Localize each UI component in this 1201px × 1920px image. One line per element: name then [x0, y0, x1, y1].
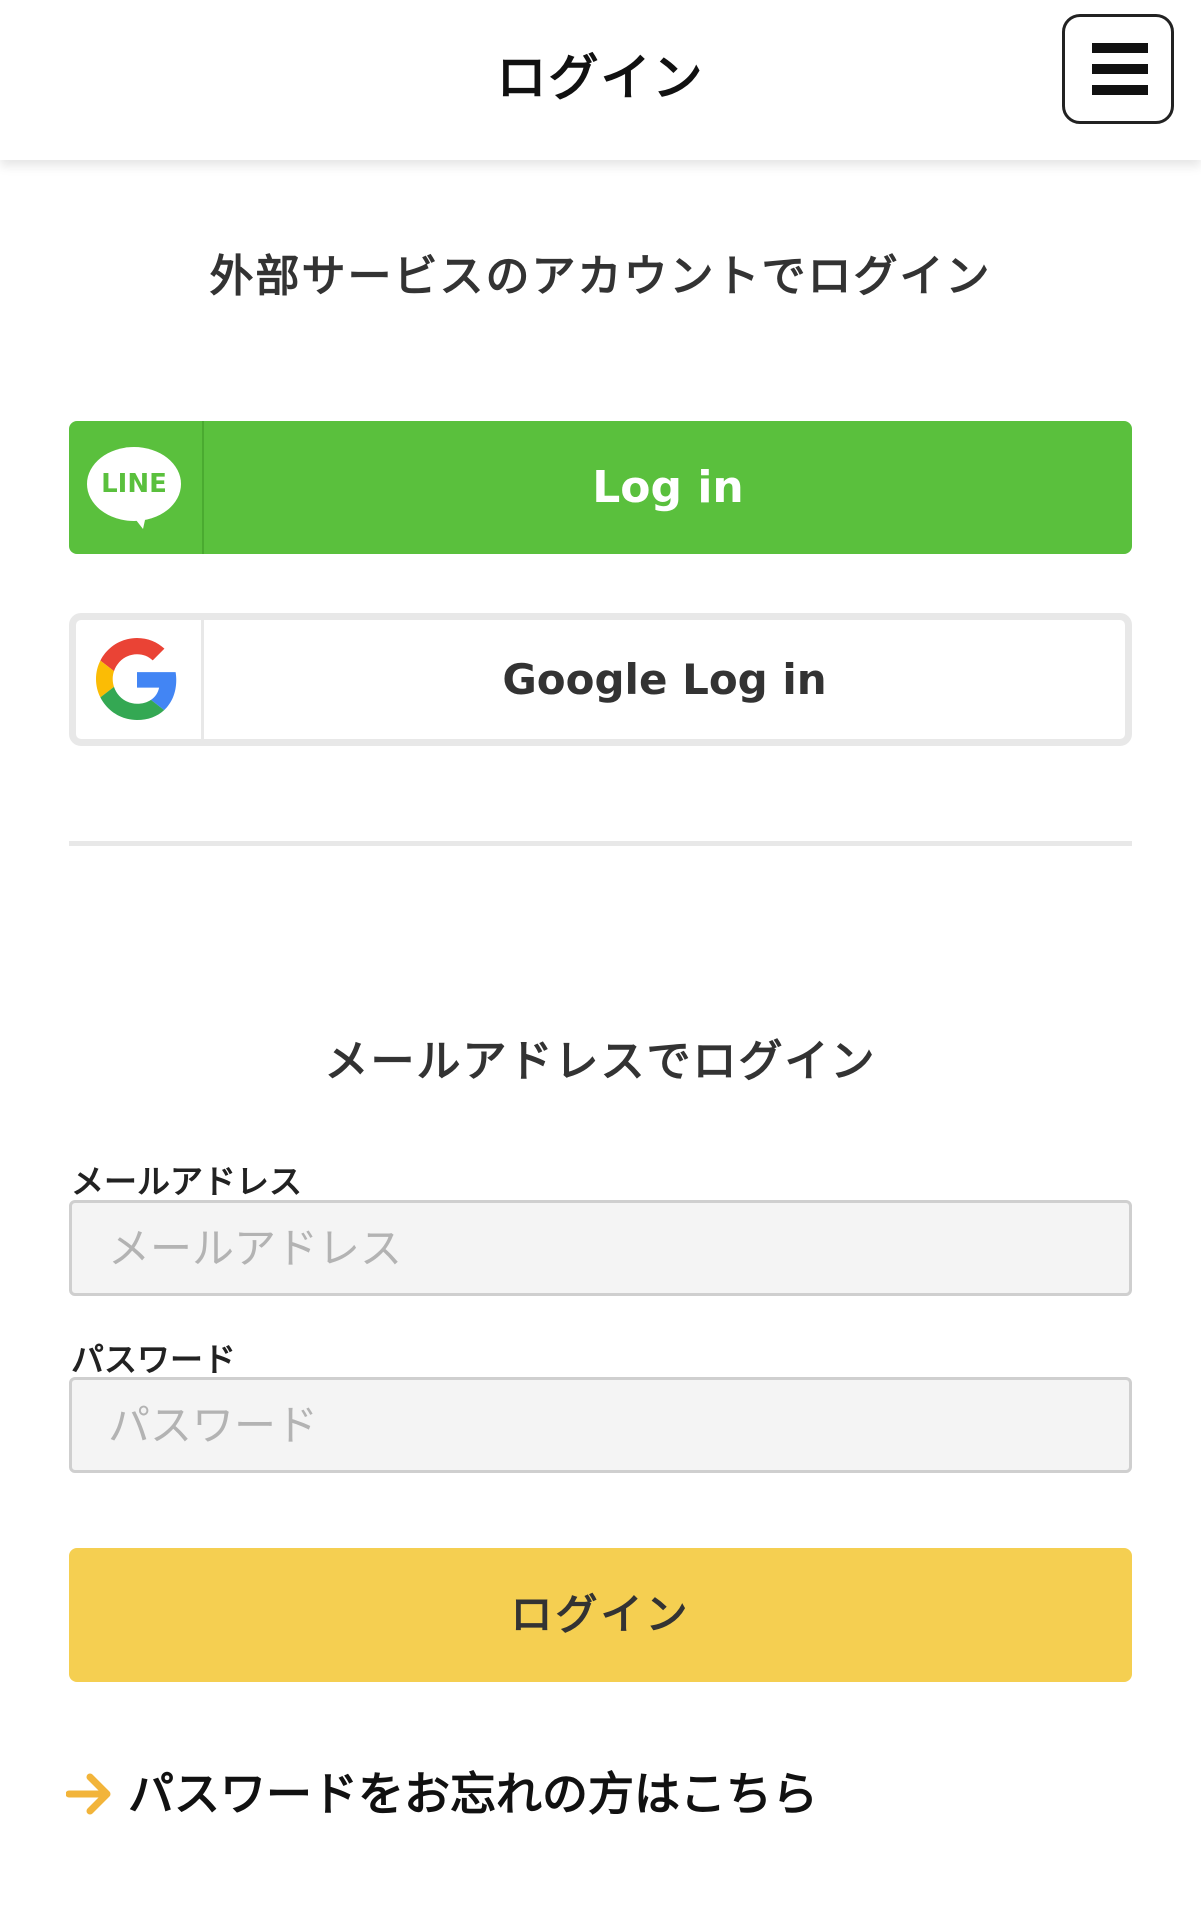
hamburger-menu-button[interactable] — [1062, 14, 1174, 124]
email-field[interactable] — [69, 1200, 1132, 1296]
password-label: パスワード — [71, 1340, 236, 1379]
google-login-button[interactable]: Google Log in — [69, 613, 1132, 746]
email-login-heading: メールアドレスでログイン — [324, 1036, 877, 1087]
line-login-label: Log in — [592, 462, 744, 513]
hamburger-menu-icon — [1092, 43, 1148, 53]
hamburger-menu-icon-bar — [1092, 64, 1148, 74]
google-icon-box — [76, 620, 204, 739]
forgot-password-label: パスワードをお忘れの方はこちら — [128, 1767, 818, 1821]
line-bubble-tail — [129, 511, 147, 529]
external-login-heading: 外部サービスのアカウントでログイン — [209, 251, 992, 302]
email-label: メールアドレス — [71, 1162, 302, 1201]
login-submit-button[interactable]: ログイン — [69, 1548, 1132, 1682]
line-login-button[interactable]: LINE Log in — [69, 421, 1132, 554]
page-title: ログイン — [496, 49, 705, 107]
arrow-right-icon — [66, 1773, 111, 1815]
google-login-label: Google Log in — [502, 655, 827, 704]
hamburger-menu-icon-bar — [1092, 85, 1148, 95]
line-logo-text: LINE — [101, 469, 167, 499]
app-header: ログイン — [0, 0, 1201, 160]
google-g-icon — [96, 638, 177, 720]
section-divider — [69, 841, 1132, 846]
password-field[interactable] — [69, 1377, 1132, 1473]
line-icon: LINE — [69, 421, 204, 554]
